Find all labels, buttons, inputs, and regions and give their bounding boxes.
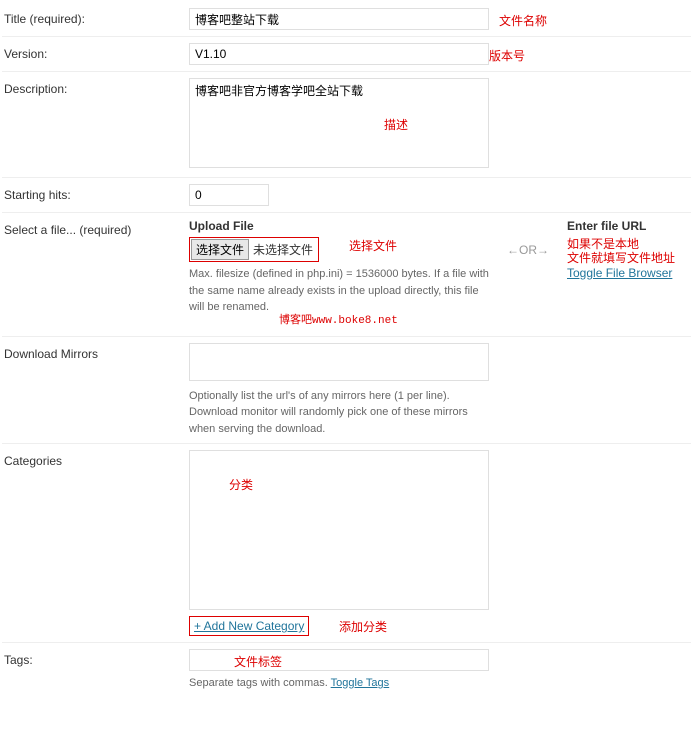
hits-row: Starting hits: [2, 178, 691, 213]
add-category-annotation: 添加分类 [339, 618, 387, 635]
upload-heading: Upload File [189, 219, 489, 233]
upload-help: Max. filesize (defined in php.ini) = 153… [189, 266, 489, 330]
or-separator: ←OR→ [499, 219, 557, 257]
categories-annotation: 分类 [229, 476, 253, 493]
choose-file-button[interactable]: 选择文件 [191, 239, 249, 260]
mirrors-textarea[interactable] [189, 343, 489, 381]
categories-label: Categories [4, 450, 189, 468]
categories-box[interactable] [189, 450, 489, 610]
title-input[interactable] [189, 8, 489, 30]
version-label: Version: [4, 43, 189, 61]
mirrors-label: Download Mirrors [4, 343, 189, 361]
file-label: Select a file... (required) [4, 219, 189, 237]
description-annotation: 描述 [384, 116, 408, 133]
tags-row: Tags: 文件标签 Separate tags with commas. To… [2, 643, 691, 698]
hits-label: Starting hits: [4, 184, 189, 202]
title-label: Title (required): [4, 8, 189, 26]
tags-help: Separate tags with commas. Toggle Tags [189, 675, 689, 692]
version-annotation: 版本号 [489, 47, 525, 64]
description-textarea[interactable]: 博客吧非官方博客学吧全站下载 [189, 78, 489, 168]
toggle-tags-link[interactable]: Toggle Tags [331, 677, 390, 689]
version-input[interactable] [189, 43, 489, 65]
upload-section: Upload File 选择文件 未选择文件 选择文件 Max. filesiz… [189, 219, 489, 330]
add-category-link[interactable]: + Add New Category [189, 616, 309, 636]
title-annotation: 文件名称 [499, 12, 547, 29]
description-row: Description: 博客吧非官方博客学吧全站下载 描述 [2, 72, 691, 178]
hits-input[interactable] [189, 184, 269, 206]
url-section: Enter file URL 如果不是本地 文件就填写文件地址 Toggle F… [567, 219, 693, 280]
tags-annotation: 文件标签 [234, 653, 282, 670]
url-annotation: 如果不是本地 文件就填写文件地址 [567, 237, 693, 266]
mirrors-help: Optionally list the url's of any mirrors… [189, 388, 489, 438]
version-row: Version: 版本号 [2, 37, 691, 72]
url-heading: Enter file URL [567, 219, 693, 233]
categories-row: Categories 分类 + Add New Category 添加分类 [2, 444, 691, 643]
watermark-text: 博客吧www.boke8.net [279, 313, 398, 330]
file-row: Select a file... (required) Upload File … [2, 213, 691, 337]
file-status: 未选择文件 [249, 241, 317, 258]
mirrors-row: Download Mirrors Optionally list the url… [2, 337, 691, 445]
tags-label: Tags: [4, 649, 189, 667]
title-row: Title (required): 文件名称 [2, 2, 691, 37]
description-label: Description: [4, 78, 189, 96]
toggle-file-browser-link[interactable]: Toggle File Browser [567, 266, 672, 280]
choose-file-annotation: 选择文件 [349, 237, 397, 254]
